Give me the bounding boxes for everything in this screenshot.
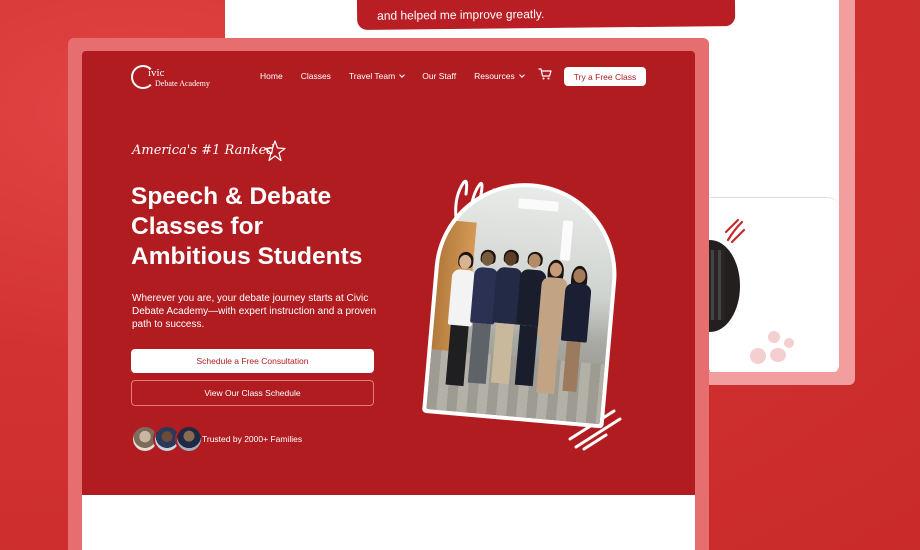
background-side-card	[680, 197, 838, 372]
nav-item-home[interactable]: Home	[260, 71, 283, 81]
view-class-schedule-button[interactable]: View Our Class Schedule	[131, 380, 374, 406]
main-page-card: ivic Debate Academy Home Classes Travel …	[68, 38, 709, 550]
trusted-by-text: Trusted by 2000+ Families	[202, 434, 303, 444]
hero-section: ivic Debate Academy Home Classes Travel …	[82, 51, 695, 496]
scribble-icon	[724, 218, 746, 244]
schedule-consultation-button[interactable]: Schedule a Free Consultation	[131, 349, 374, 373]
decorative-blob	[750, 348, 766, 364]
headline-line: Ambitious Students	[131, 243, 363, 270]
nav-item-travel-team[interactable]: Travel Team	[348, 71, 406, 81]
nav-item-classes[interactable]: Classes	[301, 71, 331, 81]
headline-line: Classes for	[131, 213, 264, 240]
decorative-blob	[770, 348, 786, 362]
nav-item-resources[interactable]: Resources	[474, 71, 525, 81]
nav-item-label: Our Staff	[422, 71, 457, 81]
ranked-tagline: America's #1 Ranked	[132, 143, 275, 158]
logo-line-1: ivic	[148, 67, 165, 79]
decorative-blob	[768, 331, 780, 343]
nav-item-label: Travel Team	[348, 71, 396, 81]
family-avatars	[131, 425, 203, 455]
chevron-down-icon	[399, 71, 406, 78]
nav-item-label: Home	[260, 71, 283, 81]
logo-line-2: Debate Academy	[155, 79, 210, 88]
try-free-class-button[interactable]: Try a Free Class	[564, 67, 646, 86]
site-logo[interactable]: ivic Debate Academy	[131, 65, 241, 93]
chevron-down-icon	[518, 71, 525, 78]
avatar	[175, 425, 203, 453]
testimonial-quote-box: and helped me improve greatly.	[356, 0, 736, 30]
ceiling-light	[559, 220, 574, 261]
hero-headline: Speech & Debate Classes for Ambitious St…	[131, 182, 411, 272]
ceiling-light	[518, 198, 559, 212]
main-nav: Home Classes Travel Team Our Staff Resou…	[260, 71, 542, 81]
decorative-blob	[784, 338, 794, 348]
students-group-photo	[426, 179, 620, 425]
nav-item-our-staff[interactable]: Our Staff	[422, 71, 456, 81]
star-icon	[264, 140, 286, 162]
headline-line: Speech & Debate	[131, 183, 332, 210]
next-section	[82, 495, 695, 550]
nav-item-label: Classes	[300, 71, 331, 81]
testimonial-quote-text: and helped me improve greatly.	[377, 7, 545, 23]
cart-icon[interactable]	[538, 68, 552, 80]
hero-description: Wherever you are, your debate journey st…	[132, 293, 377, 330]
nav-item-label: Resources	[474, 71, 515, 81]
